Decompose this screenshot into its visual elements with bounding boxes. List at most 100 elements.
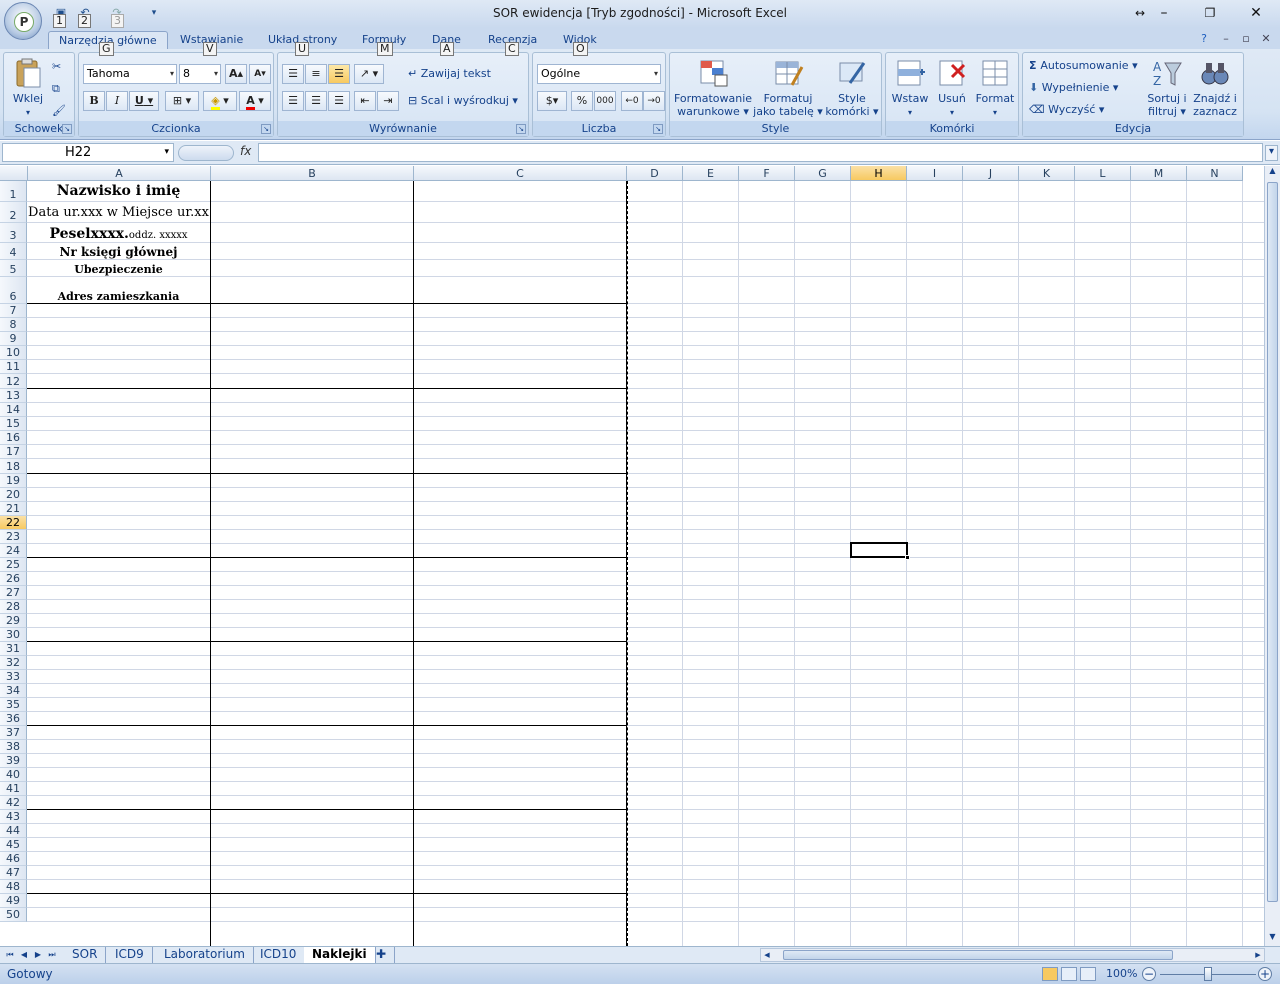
grow-font-button[interactable]: A▴ [225, 64, 247, 84]
align-center-button[interactable]: ☰ [305, 91, 327, 111]
restore-icon[interactable]: ❐ [1188, 2, 1232, 24]
align-top-button[interactable]: ☰ [282, 64, 304, 84]
column-header-e[interactable]: E [683, 166, 739, 181]
sheet-tab-naklejki[interactable]: Naklejki [304, 947, 376, 963]
bold-button[interactable]: B [83, 91, 105, 111]
insert-sheet-icon[interactable]: ✚ [368, 947, 396, 963]
row-header-1[interactable]: 1 [0, 181, 27, 202]
row-header-40[interactable]: 40 [0, 768, 27, 782]
autosum-button[interactable]: Σ Autosumowanie ▾ [1029, 56, 1138, 76]
last-sheet-icon[interactable]: ⏭ [46, 948, 58, 962]
row-header-33[interactable]: 33 [0, 670, 27, 684]
format-as-table-button[interactable]: Formatuj jako tabelę ▾ [752, 57, 824, 118]
row-header-14[interactable]: 14 [0, 403, 27, 417]
row-header-20[interactable]: 20 [0, 488, 27, 502]
page-break-view-icon[interactable] [1080, 967, 1096, 981]
column-header-j[interactable]: J [963, 166, 1019, 181]
scroll-right-icon[interactable]: ▶ [1252, 949, 1264, 961]
zoom-level[interactable]: 100% [1106, 967, 1137, 980]
dialog-launcher-icon[interactable]: ↘ [62, 124, 72, 134]
row-header-21[interactable]: 21 [0, 502, 27, 516]
italic-button[interactable]: I [106, 91, 128, 111]
thousands-button[interactable]: 000 [594, 91, 616, 111]
row-header-13[interactable]: 13 [0, 389, 27, 403]
select-all-corner[interactable] [0, 166, 28, 181]
column-header-g[interactable]: G [795, 166, 851, 181]
help-icon[interactable]: ? [1196, 31, 1212, 47]
name-box[interactable]: H22 ▾ [2, 143, 174, 162]
row-header-9[interactable]: 9 [0, 332, 27, 346]
zoom-out-icon[interactable]: − [1142, 967, 1156, 981]
column-header-d[interactable]: D [627, 166, 683, 181]
row-header-19[interactable]: 19 [0, 474, 27, 488]
row-header-3[interactable]: 3 [0, 223, 27, 243]
row-header-37[interactable]: 37 [0, 726, 27, 740]
row-header-48[interactable]: 48 [0, 880, 27, 894]
row-header-22[interactable]: 22 [0, 516, 27, 530]
row-header-27[interactable]: 27 [0, 586, 27, 600]
row-header-50[interactable]: 50 [0, 908, 27, 922]
row-header-23[interactable]: 23 [0, 530, 27, 544]
row-header-41[interactable]: 41 [0, 782, 27, 796]
row-header-35[interactable]: 35 [0, 698, 27, 712]
horizontal-scrollbar[interactable]: ◀ ▶ [760, 948, 1265, 962]
row-header-42[interactable]: 42 [0, 796, 27, 810]
workbook-restore-icon[interactable]: ▫ [1238, 31, 1254, 47]
font-name-select[interactable]: Tahoma ▾ [83, 64, 177, 84]
column-header-f[interactable]: F [739, 166, 795, 181]
align-left-button[interactable]: ☰ [282, 91, 304, 111]
page-layout-view-icon[interactable] [1061, 967, 1077, 981]
row-header-29[interactable]: 29 [0, 614, 27, 628]
currency-button[interactable]: $▾ [537, 91, 567, 111]
row-header-44[interactable]: 44 [0, 824, 27, 838]
row-header-2[interactable]: 2 [0, 202, 27, 223]
normal-view-icon[interactable] [1042, 967, 1058, 981]
fill-handle[interactable] [905, 555, 910, 560]
sheet-tab-sor[interactable]: SOR [64, 947, 107, 963]
row-header-28[interactable]: 28 [0, 600, 27, 614]
orientation-button[interactable]: ↗ ▾ [354, 64, 384, 84]
insert-function-icon[interactable]: fx [240, 144, 251, 158]
row-header-7[interactable]: 7 [0, 304, 27, 318]
increase-indent-button[interactable]: ⇥ [377, 91, 399, 111]
dialog-launcher-icon[interactable]: ↘ [653, 124, 663, 134]
column-header-k[interactable]: K [1019, 166, 1075, 181]
percent-button[interactable]: % [571, 91, 593, 111]
fill-button[interactable]: ⬇ Wypełnienie ▾ [1029, 78, 1118, 98]
column-header-l[interactable]: L [1075, 166, 1131, 181]
row-header-4[interactable]: 4 [0, 243, 27, 260]
active-cell-h22[interactable] [850, 542, 910, 560]
dialog-launcher-icon[interactable]: ↘ [261, 124, 271, 134]
workbook-minimize-icon[interactable]: – [1218, 31, 1234, 47]
copy-icon[interactable]: ⧉ [52, 79, 68, 99]
zoom-in-icon[interactable]: + [1258, 967, 1272, 981]
row-header-26[interactable]: 26 [0, 572, 27, 586]
format-painter-icon[interactable]: 🖌 [52, 101, 68, 121]
font-size-select[interactable]: 8 ▾ [179, 64, 221, 84]
clear-button[interactable]: ⌫ Wyczyść ▾ [1029, 100, 1104, 120]
number-format-select[interactable]: Ogólne ▾ [537, 64, 661, 84]
row-header-43[interactable]: 43 [0, 810, 27, 824]
dialog-launcher-icon[interactable]: ↘ [516, 124, 526, 134]
font-color-button[interactable]: A ▾ [239, 91, 271, 111]
sheet-tab-laboratorium[interactable]: Laboratorium [156, 947, 254, 963]
cell-a4[interactable]: Nr księgi głównej [27, 244, 210, 261]
cell-a3[interactable]: Peselxxxx.oddz. xxxxx [27, 224, 210, 243]
column-header-c[interactable]: C [414, 166, 627, 181]
row-header-15[interactable]: 15 [0, 417, 27, 431]
horizontal-scroll-thumb[interactable] [783, 950, 1173, 960]
office-button[interactable]: P [4, 2, 42, 40]
first-sheet-icon[interactable]: ⏮ [4, 948, 16, 962]
row-header-36[interactable]: 36 [0, 712, 27, 726]
borders-button[interactable]: ⊞ ▾ [165, 91, 199, 111]
insert-cells-button[interactable]: Wstaw ▾ [890, 57, 930, 119]
paste-button[interactable]: Wklej ▾ [8, 57, 48, 119]
scroll-left-icon[interactable]: ◀ [761, 949, 773, 961]
row-header-10[interactable]: 10 [0, 346, 27, 360]
row-header-30[interactable]: 30 [0, 628, 27, 642]
worksheet-grid[interactable]: ABCDEFGHIJKLMN 1 2 3 4 5 6 7 8 9 10 11 12 13 14 15 16 17… [0, 166, 1264, 946]
row-header-8[interactable]: 8 [0, 318, 27, 332]
fill-color-button[interactable]: ◈ ▾ [203, 91, 237, 111]
column-header-a[interactable]: A [28, 166, 211, 181]
underline-button[interactable]: U ▾ [129, 91, 159, 111]
